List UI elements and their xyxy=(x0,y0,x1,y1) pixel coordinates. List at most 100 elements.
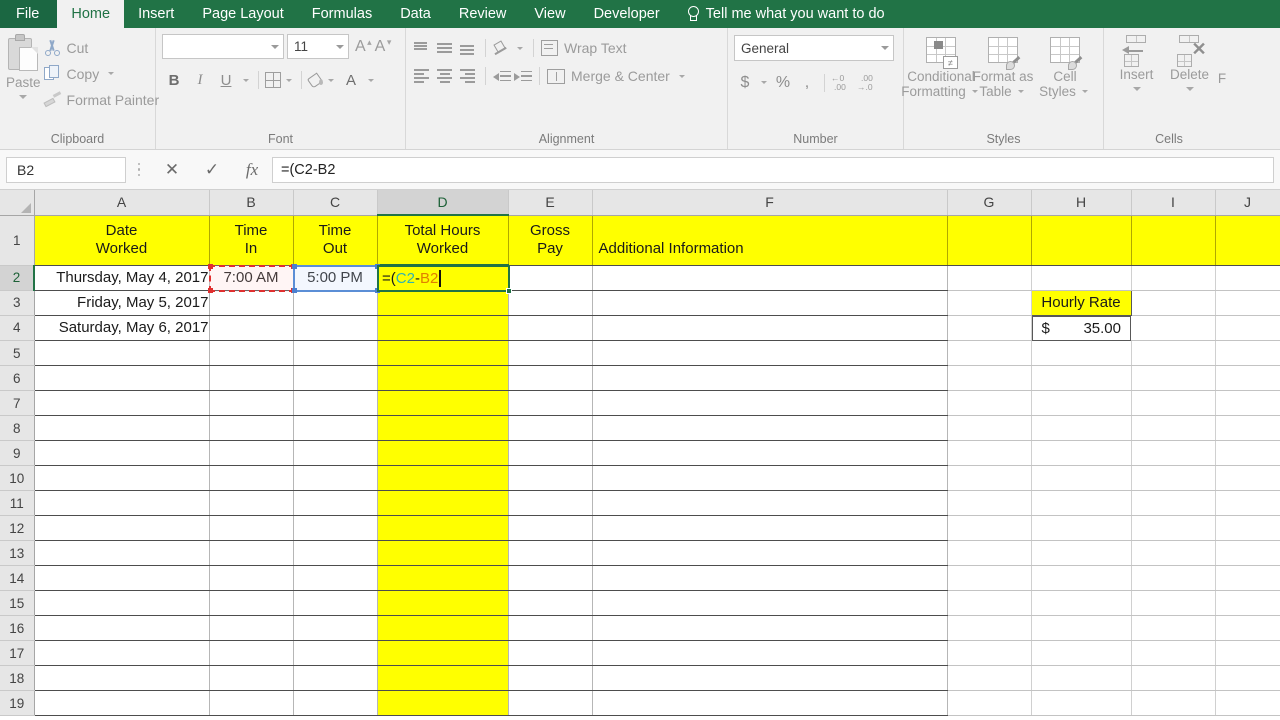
cell-g1[interactable] xyxy=(947,215,1031,265)
cell-c13[interactable] xyxy=(293,541,377,566)
cell-i8[interactable] xyxy=(1131,416,1215,441)
decrease-font-size-button[interactable]: A xyxy=(372,38,389,56)
cell-c6[interactable] xyxy=(293,366,377,391)
cell-a2[interactable]: Thursday, May 4, 2017 xyxy=(34,265,209,290)
cell-b14[interactable] xyxy=(209,566,293,591)
cell-g9[interactable] xyxy=(947,441,1031,466)
cell-b4[interactable] xyxy=(209,315,293,341)
cell-c10[interactable] xyxy=(293,466,377,491)
cell-j2[interactable] xyxy=(1215,265,1280,290)
cell-f9[interactable] xyxy=(592,441,947,466)
cell-j8[interactable] xyxy=(1215,416,1280,441)
align-left-icon[interactable] xyxy=(412,67,432,85)
font-size-chevron-down-icon[interactable] xyxy=(336,45,344,49)
row-header-1[interactable]: 1 xyxy=(0,215,34,265)
cell-f10[interactable] xyxy=(592,466,947,491)
cell-a6[interactable] xyxy=(34,366,209,391)
cell-f14[interactable] xyxy=(592,566,947,591)
cell-g5[interactable] xyxy=(947,341,1031,366)
cell-a1[interactable]: Date Worked xyxy=(34,215,209,265)
cell-f18[interactable] xyxy=(592,666,947,691)
cell-a3[interactable]: Friday, May 5, 2017 xyxy=(34,290,209,315)
merge-center-button[interactable]: Merge & Center xyxy=(547,68,688,84)
cell-c12[interactable] xyxy=(293,516,377,541)
cell-c5[interactable] xyxy=(293,341,377,366)
cell-i13[interactable] xyxy=(1131,541,1215,566)
increase-font-size-button[interactable]: A xyxy=(352,38,369,56)
cell-h2[interactable] xyxy=(1031,265,1131,290)
cell-a7[interactable] xyxy=(34,391,209,416)
cell-i11[interactable] xyxy=(1131,491,1215,516)
column-header-f[interactable]: F xyxy=(592,190,947,215)
cell-c4[interactable] xyxy=(293,315,377,341)
cell-a11[interactable] xyxy=(34,491,209,516)
cell-i9[interactable] xyxy=(1131,441,1215,466)
cell-h17[interactable] xyxy=(1031,641,1131,666)
increase-decimal-icon[interactable]: ←0.00 xyxy=(831,73,855,93)
borders-dropdown-icon[interactable] xyxy=(286,79,292,82)
row-header-5[interactable]: 5 xyxy=(0,341,34,366)
cell-c3[interactable] xyxy=(293,290,377,315)
cell-c17[interactable] xyxy=(293,641,377,666)
cell-a5[interactable] xyxy=(34,341,209,366)
format-cells-button[interactable]: F xyxy=(1216,34,1228,86)
cell-e2[interactable] xyxy=(508,265,592,290)
cell-i5[interactable] xyxy=(1131,341,1215,366)
delete-cells-button[interactable]: ✕ Delete xyxy=(1163,34,1216,91)
cell-i17[interactable] xyxy=(1131,641,1215,666)
paste-button[interactable]: Paste xyxy=(6,32,41,99)
cell-d9[interactable] xyxy=(377,441,508,466)
cell-h18[interactable] xyxy=(1031,666,1131,691)
cell-e4[interactable] xyxy=(508,315,592,341)
cell-f4[interactable] xyxy=(592,315,947,341)
percent-button[interactable]: % xyxy=(772,71,794,94)
cell-a14[interactable] xyxy=(34,566,209,591)
cell-b17[interactable] xyxy=(209,641,293,666)
merge-center-dropdown-icon[interactable] xyxy=(679,75,685,78)
cell-c18[interactable] xyxy=(293,666,377,691)
wrap-text-button[interactable]: Wrap Text xyxy=(541,40,627,56)
cell-e8[interactable] xyxy=(508,416,592,441)
cell-e18[interactable] xyxy=(508,666,592,691)
cell-e7[interactable] xyxy=(508,391,592,416)
tab-page-layout[interactable]: Page Layout xyxy=(188,0,297,28)
font-name-chevron-down-icon[interactable] xyxy=(271,45,279,49)
cell-d3[interactable] xyxy=(377,290,508,315)
row-header-11[interactable]: 11 xyxy=(0,491,34,516)
cell-g3[interactable] xyxy=(947,290,1031,315)
column-header-e[interactable]: E xyxy=(508,190,592,215)
row-header-7[interactable]: 7 xyxy=(0,391,34,416)
cell-h6[interactable] xyxy=(1031,366,1131,391)
tab-developer[interactable]: Developer xyxy=(580,0,674,28)
row-header-13[interactable]: 13 xyxy=(0,541,34,566)
align-center-icon[interactable] xyxy=(435,67,455,85)
insert-dropdown-icon[interactable] xyxy=(1133,87,1141,91)
cell-c16[interactable] xyxy=(293,616,377,641)
cell-c19[interactable] xyxy=(293,691,377,716)
cell-g6[interactable] xyxy=(947,366,1031,391)
cell-j16[interactable] xyxy=(1215,616,1280,641)
cell-styles-dropdown-icon[interactable] xyxy=(1082,90,1088,93)
cell-j14[interactable] xyxy=(1215,566,1280,591)
fill-color-dropdown-icon[interactable] xyxy=(328,79,334,82)
cell-a19[interactable] xyxy=(34,691,209,716)
insert-function-button[interactable]: fx xyxy=(232,160,272,180)
cell-d19[interactable] xyxy=(377,691,508,716)
cell-b7[interactable] xyxy=(209,391,293,416)
cell-i16[interactable] xyxy=(1131,616,1215,641)
cell-b6[interactable] xyxy=(209,366,293,391)
cell-d1[interactable]: Total Hours Worked xyxy=(377,215,508,265)
cell-a12[interactable] xyxy=(34,516,209,541)
cell-g14[interactable] xyxy=(947,566,1031,591)
cell-h10[interactable] xyxy=(1031,466,1131,491)
row-header-16[interactable]: 16 xyxy=(0,616,34,641)
cell-b16[interactable] xyxy=(209,616,293,641)
cell-f1[interactable]: Additional Information xyxy=(592,215,947,265)
align-top-icon[interactable] xyxy=(412,39,432,57)
cell-b3[interactable] xyxy=(209,290,293,315)
cell-i7[interactable] xyxy=(1131,391,1215,416)
font-size-input[interactable]: 11 xyxy=(287,34,349,59)
cell-d14[interactable] xyxy=(377,566,508,591)
number-format-chevron-down-icon[interactable] xyxy=(881,46,889,50)
cell-c15[interactable] xyxy=(293,591,377,616)
